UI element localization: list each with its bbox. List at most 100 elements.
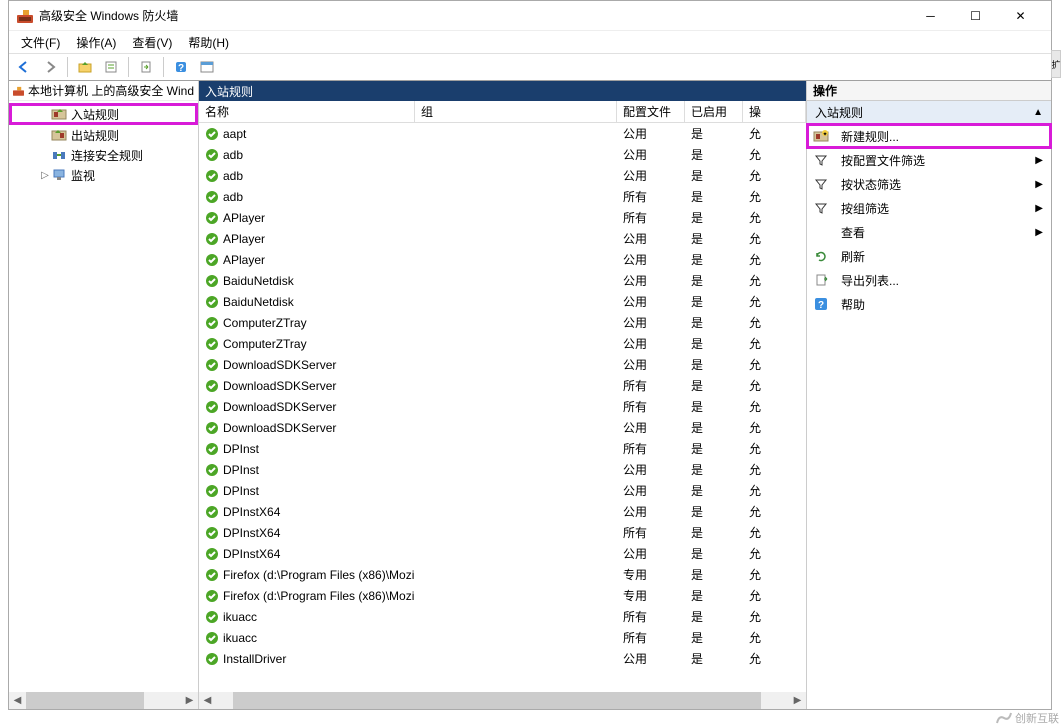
rule-row[interactable]: ComputerZTray公用是允 [199,333,806,354]
maximize-button[interactable]: ☐ [953,2,998,30]
rule-enabled: 是 [685,480,743,501]
properties-button[interactable] [100,56,122,78]
rule-name: ikuacc [223,631,257,645]
tree-item[interactable]: 入站规则 [9,103,198,125]
rule-action: 允 [743,501,806,522]
rule-action: 允 [743,333,806,354]
panel-button[interactable] [196,56,218,78]
tree-panel: 本地计算机 上的高级安全 Wind 入站规则出站规则连接安全规则▷监视 ◀ ▶ [9,81,199,709]
side-tab[interactable]: 扩 [1051,50,1061,78]
action-item[interactable]: 刷新 [807,244,1051,268]
rule-row[interactable]: Firefox (d:\Program Files (x86)\Mozill..… [199,585,806,606]
rule-action: 允 [743,417,806,438]
folder-up-button[interactable] [74,56,96,78]
rule-group [415,459,617,480]
menu-help[interactable]: 帮助(H) [180,32,237,53]
tree-item[interactable]: ▷监视 [9,165,198,185]
rule-row[interactable]: InstallDriver公用是允 [199,648,806,669]
scroll-thumb[interactable] [233,692,761,709]
actions-section-header[interactable]: 入站规则 ▲ [807,101,1051,124]
rule-row[interactable]: DownloadSDKServer公用是允 [199,354,806,375]
rule-row[interactable]: DownloadSDKServer所有是允 [199,396,806,417]
rule-row[interactable]: DPInst公用是允 [199,459,806,480]
rule-group [415,207,617,228]
rule-row[interactable]: DPInst所有是允 [199,438,806,459]
minimize-button[interactable]: ─ [908,2,953,30]
rule-row[interactable]: ikuacc所有是允 [199,606,806,627]
scroll-thumb[interactable] [26,692,144,709]
rule-profile: 所有 [617,207,685,228]
menu-view[interactable]: 查看(V) [124,32,180,53]
rule-row[interactable]: DPInstX64公用是允 [199,501,806,522]
scroll-right-icon[interactable]: ▶ [789,692,806,709]
rule-profile: 公用 [617,648,685,669]
rule-name: DPInstX64 [223,505,280,519]
forward-button[interactable] [39,56,61,78]
scroll-right-icon[interactable]: ▶ [181,692,198,709]
rule-enabled: 是 [685,543,743,564]
rule-row[interactable]: DownloadSDKServer公用是允 [199,417,806,438]
close-button[interactable]: ✕ [998,2,1043,30]
rule-name: APlayer [223,211,265,225]
scroll-left-icon[interactable]: ◀ [9,692,26,709]
allow-icon [205,337,219,351]
collapse-icon[interactable]: ▲ [1033,107,1043,118]
rule-group [415,648,617,669]
back-button[interactable] [13,56,35,78]
rule-row[interactable]: adb公用是允 [199,165,806,186]
expand-icon[interactable]: ▷ [39,170,51,181]
tree-item[interactable]: 出站规则 [9,125,198,145]
rule-enabled: 是 [685,375,743,396]
help-button[interactable]: ? [170,56,192,78]
rule-action: 允 [743,375,806,396]
rule-row[interactable]: BaiduNetdisk公用是允 [199,291,806,312]
export-button[interactable] [135,56,157,78]
action-item[interactable]: 导出列表... [807,268,1051,292]
action-item[interactable]: ?帮助 [807,292,1051,316]
rule-action: 允 [743,480,806,501]
rule-row[interactable]: BaiduNetdisk公用是允 [199,270,806,291]
allow-icon [205,631,219,645]
rule-row[interactable]: ikuacc所有是允 [199,627,806,648]
menu-action[interactable]: 操作(A) [68,32,124,53]
action-item[interactable]: 按组筛选▶ [807,196,1051,220]
rule-action: 允 [743,543,806,564]
rule-group [415,333,617,354]
rule-row[interactable]: APlayer公用是允 [199,228,806,249]
rule-row[interactable]: DPInstX64所有是允 [199,522,806,543]
tree-item[interactable]: 连接安全规则 [9,145,198,165]
action-label: 刷新 [841,248,865,265]
col-enabled[interactable]: 已启用 [685,101,743,122]
rule-row[interactable]: DPInstX64公用是允 [199,543,806,564]
rule-row[interactable]: Firefox (d:\Program Files (x86)\Mozill..… [199,564,806,585]
rule-row[interactable]: ComputerZTray公用是允 [199,312,806,333]
action-item[interactable]: 按状态筛选▶ [807,172,1051,196]
col-group[interactable]: 组 [415,101,617,122]
col-profile[interactable]: 配置文件 [617,101,685,122]
action-item[interactable]: 按配置文件筛选▶ [807,148,1051,172]
rule-row[interactable]: APlayer所有是允 [199,207,806,228]
rule-group [415,480,617,501]
menu-file[interactable]: 文件(F) [13,32,68,53]
scroll-left-icon[interactable]: ◀ [199,692,216,709]
submenu-icon: ▶ [1035,203,1043,214]
rule-row[interactable]: APlayer公用是允 [199,249,806,270]
rule-row[interactable]: aapt公用是允 [199,123,806,144]
rule-group [415,123,617,144]
tree-root[interactable]: 本地计算机 上的高级安全 Wind [9,81,198,101]
col-action[interactable]: 操 [743,101,806,122]
rules-hscrollbar[interactable]: ◀ ▶ [199,692,806,709]
rule-row[interactable]: adb公用是允 [199,144,806,165]
rule-row[interactable]: DownloadSDKServer所有是允 [199,375,806,396]
tree-hscrollbar[interactable]: ◀ ▶ [9,692,198,709]
rule-enabled: 是 [685,270,743,291]
rule-group [415,606,617,627]
rule-row[interactable]: DPInst公用是允 [199,480,806,501]
action-item[interactable]: ✦新建规则... [807,124,1051,148]
rule-row[interactable]: adb所有是允 [199,186,806,207]
rule-action: 允 [743,228,806,249]
rule-group [415,417,617,438]
menubar: 文件(F) 操作(A) 查看(V) 帮助(H) [9,31,1051,53]
action-item[interactable]: 查看▶ [807,220,1051,244]
col-name[interactable]: 名称 [199,101,415,122]
